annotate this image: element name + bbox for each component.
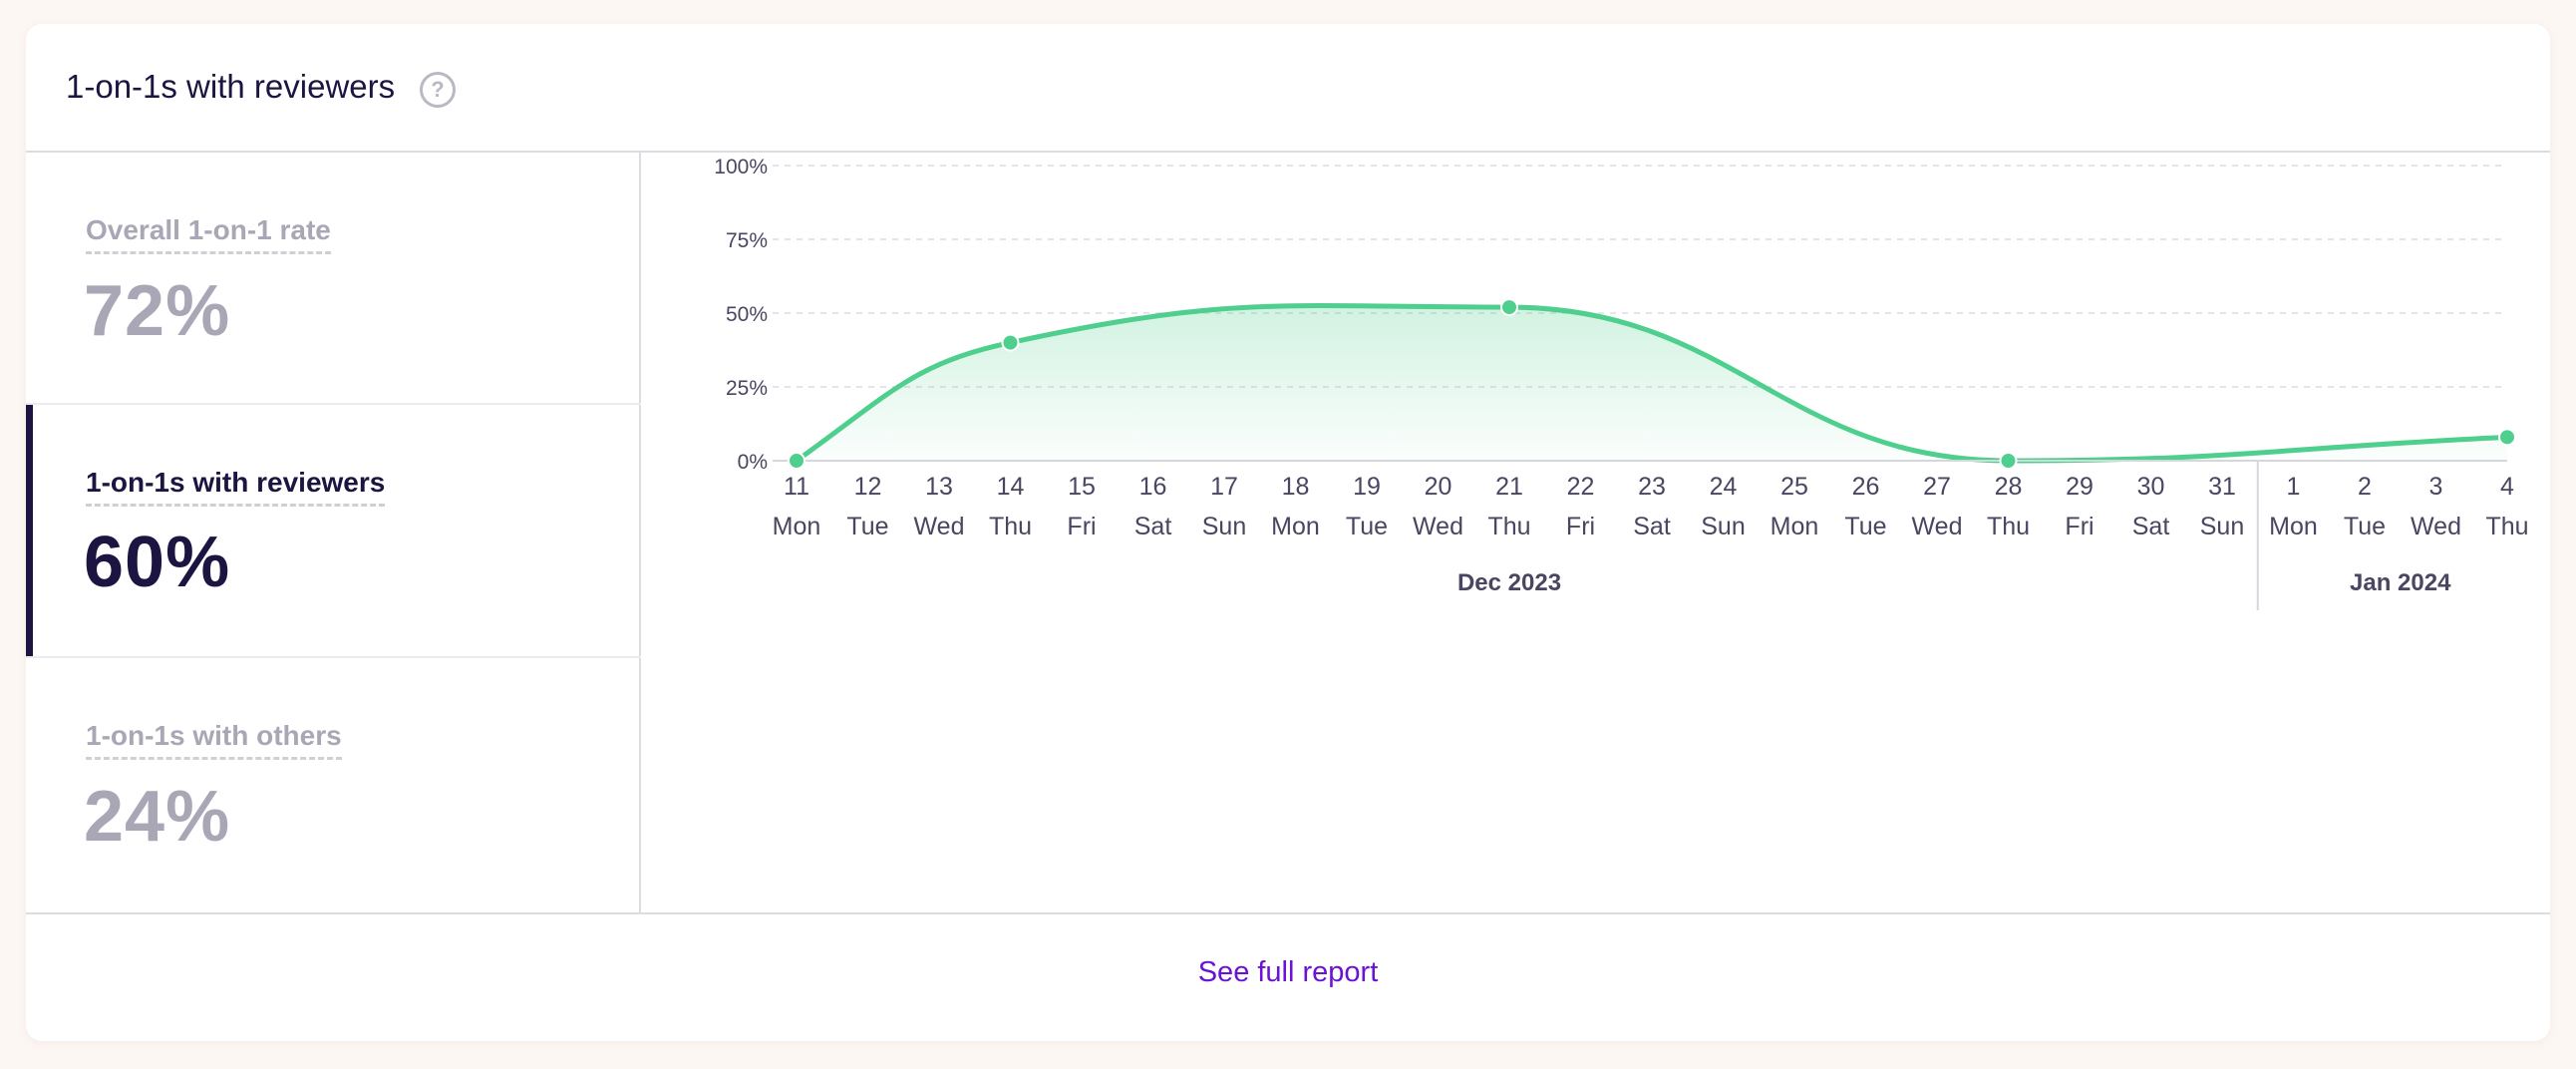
metric-overall-rate[interactable]: Overall 1-on-1 rate 72% — [26, 153, 641, 405]
x-tick-day: 21 — [1495, 473, 1523, 501]
metric-label: Overall 1-on-1 rate — [86, 214, 331, 254]
x-tick-day: 2 — [2358, 473, 2372, 501]
x-tick-weekday: Tue — [2344, 513, 2386, 540]
x-tick-day: 25 — [1780, 473, 1808, 501]
x-tick-weekday: Sat — [1134, 513, 1172, 540]
x-tick-weekday: Fri — [1566, 513, 1595, 540]
chart-area: 0% 25% 50% 75% 100% 11 Mon 12 Tue 13 Wed 14 Thu 15 Fri… — [643, 153, 2550, 913]
x-tick-weekday: Thu — [1487, 513, 1530, 540]
metric-value: 24% — [84, 777, 231, 857]
x-tick-weekday: Sun — [2200, 513, 2244, 540]
x-tick-weekday: Wed — [914, 513, 965, 540]
x-tick-weekday: Wed — [1912, 513, 1963, 540]
x-tick-weekday: Fri — [1067, 513, 1096, 540]
x-tick-weekday: Thu — [989, 513, 1032, 540]
metric-label: 1-on-1s with reviewers — [86, 467, 386, 507]
card-footer: See full report — [26, 912, 2550, 1041]
question-circle-icon[interactable]: ? — [420, 72, 456, 108]
line-chart: 0%25%50%75%100%11Mon12Tue13Wed14Thu15Fri… — [714, 156, 2529, 610]
data-point[interactable] — [1500, 298, 1518, 317]
x-tick-day: 17 — [1210, 473, 1238, 501]
x-tick-day: 18 — [1282, 473, 1310, 501]
x-tick-weekday: Wed — [1413, 513, 1463, 540]
x-tick-weekday: Sat — [1633, 513, 1671, 540]
x-tick-day: 29 — [2066, 473, 2093, 501]
x-tick-day: 27 — [1923, 473, 1951, 501]
x-tick-weekday: Wed — [2411, 513, 2461, 540]
x-tick-day: 31 — [2208, 473, 2236, 501]
area-fill — [797, 305, 2507, 461]
see-full-report-link[interactable]: See full report — [26, 956, 2550, 989]
x-tick-weekday: Mon — [1771, 513, 1819, 540]
x-tick-day: 13 — [925, 473, 953, 501]
x-month-label: Jan 2024 — [2350, 569, 2451, 596]
x-tick-weekday: Sat — [2132, 513, 2170, 540]
x-tick-day: 14 — [997, 473, 1025, 501]
x-month-label: Dec 2023 — [1457, 569, 1561, 596]
x-tick-day: 4 — [2500, 473, 2514, 501]
active-indicator — [26, 405, 33, 656]
x-tick-day: 1 — [2287, 473, 2301, 501]
x-tick-day: 28 — [1995, 473, 2023, 501]
card-title: 1-on-1s with reviewers — [66, 68, 396, 105]
x-tick-day: 30 — [2137, 473, 2165, 501]
x-tick-weekday: Tue — [1844, 513, 1886, 540]
x-tick-weekday: Mon — [773, 513, 821, 540]
x-tick-day: 24 — [1710, 473, 1738, 501]
data-point[interactable] — [1001, 333, 1020, 352]
x-tick-weekday: Mon — [2269, 513, 2318, 540]
y-tick-label: 100% — [714, 156, 768, 178]
x-tick-day: 11 — [784, 473, 809, 501]
x-tick-day: 12 — [854, 473, 882, 501]
metric-value: 60% — [84, 523, 231, 602]
data-point[interactable] — [1999, 452, 2018, 470]
metric-label: 1-on-1s with others — [86, 720, 342, 760]
x-tick-day: 19 — [1353, 473, 1381, 501]
x-tick-weekday: Thu — [2485, 513, 2528, 540]
y-tick-label: 25% — [726, 377, 768, 400]
x-tick-weekday: Thu — [1987, 513, 2030, 540]
x-tick-day: 22 — [1567, 473, 1595, 501]
data-point[interactable] — [788, 452, 805, 470]
y-tick-label: 50% — [726, 303, 768, 326]
x-tick-weekday: Sun — [1202, 513, 1246, 540]
reviewer-1on1-card: 1-on-1s with reviewers ? Overall 1-on-1 … — [26, 24, 2550, 1041]
x-tick-weekday: Fri — [2065, 513, 2093, 540]
x-tick-day: 15 — [1068, 473, 1096, 501]
card-header: 1-on-1s with reviewers ? — [26, 24, 2550, 153]
x-tick-day: 3 — [2429, 473, 2443, 501]
x-tick-weekday: Tue — [1346, 513, 1388, 540]
metric-value: 72% — [84, 271, 231, 351]
x-tick-day: 20 — [1425, 473, 1452, 501]
x-tick-weekday: Sun — [1701, 513, 1745, 540]
metric-with-reviewers[interactable]: 1-on-1s with reviewers 60% — [26, 405, 641, 658]
metric-list: Overall 1-on-1 rate 72% 1-on-1s with rev… — [26, 153, 641, 913]
x-tick-day: 16 — [1139, 473, 1167, 501]
y-tick-label: 75% — [726, 229, 768, 252]
metric-with-others[interactable]: 1-on-1s with others 24% — [26, 658, 641, 913]
y-tick-label: 0% — [738, 451, 768, 474]
x-tick-weekday: Tue — [846, 513, 888, 540]
x-tick-day: 26 — [1852, 473, 1880, 501]
x-tick-day: 23 — [1638, 473, 1666, 501]
x-tick-weekday: Mon — [1271, 513, 1320, 540]
data-point[interactable] — [2498, 428, 2516, 447]
